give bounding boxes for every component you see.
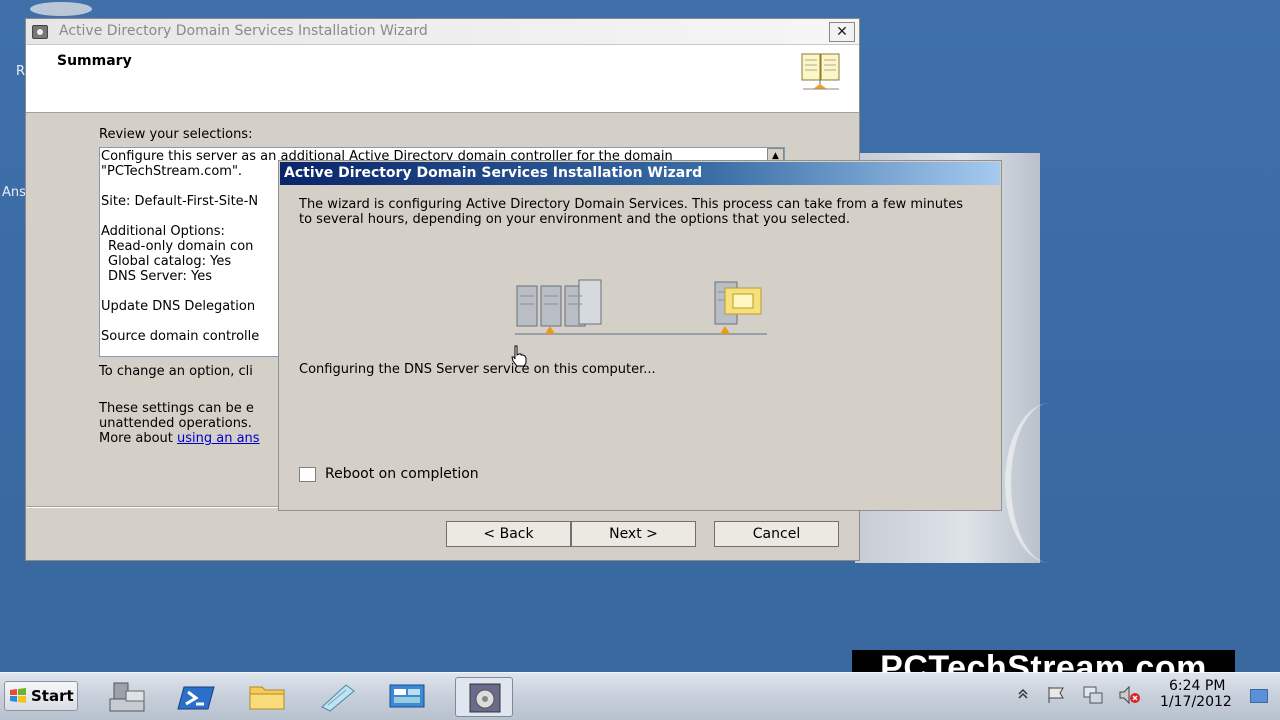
wizard-titlebar[interactable]: Active Directory Domain Services Install… bbox=[26, 19, 859, 45]
progress-title: Active Directory Domain Services Install… bbox=[284, 165, 703, 181]
network-icon[interactable] bbox=[1082, 685, 1104, 705]
chevron-up-icon[interactable] bbox=[1016, 687, 1030, 701]
windows-flag-icon bbox=[10, 688, 26, 703]
desktop-icon-label[interactable]: R bbox=[16, 64, 25, 79]
powershell-icon bbox=[177, 686, 215, 710]
ad-wizard-icon bbox=[469, 683, 501, 713]
next-button[interactable]: Next > bbox=[571, 521, 696, 547]
show-desktop-button[interactable] bbox=[1250, 689, 1268, 703]
taskbar-server-manager[interactable] bbox=[98, 677, 156, 717]
cancel-button[interactable]: Cancel bbox=[714, 521, 839, 547]
review-line: Site: Default-First-Site-N bbox=[101, 194, 259, 209]
folder-icon bbox=[249, 686, 285, 710]
review-line: DNS Server: Yes bbox=[108, 269, 213, 284]
back-button[interactable]: < Back bbox=[446, 521, 571, 547]
settings-note-line: These settings can be e bbox=[99, 401, 254, 416]
server-manager-icon bbox=[109, 682, 145, 712]
desktop-icon-label[interactable]: Ans bbox=[2, 185, 26, 200]
review-line: Update DNS Delegation bbox=[101, 299, 256, 314]
taskbar-powershell[interactable] bbox=[168, 677, 226, 717]
review-line: "PCTechStream.com". bbox=[101, 164, 243, 179]
flag-icon[interactable] bbox=[1045, 685, 1067, 705]
notepad-icon bbox=[321, 684, 355, 712]
progress-description: The wizard is configuring Active Directo… bbox=[299, 197, 963, 227]
settings-note: These settings can be e unattended opera… bbox=[99, 401, 260, 446]
clock-time[interactable]: 6:24 PM bbox=[1169, 678, 1225, 694]
close-button[interactable]: ✕ bbox=[829, 22, 855, 42]
reboot-checkbox[interactable] bbox=[299, 467, 316, 482]
start-button[interactable]: Start bbox=[4, 681, 78, 711]
answer-file-link[interactable]: using an ans bbox=[177, 431, 260, 446]
network-tool-icon bbox=[389, 684, 425, 708]
start-label: Start bbox=[31, 687, 74, 705]
taskbar: Start bbox=[0, 672, 1280, 720]
wizard-app-icon bbox=[32, 25, 48, 39]
review-line: Source domain controlle bbox=[101, 329, 260, 344]
hand-cursor-icon bbox=[511, 345, 527, 367]
recycle-bin-icon[interactable] bbox=[30, 2, 92, 16]
page-title: Summary bbox=[57, 53, 132, 69]
reboot-checkbox-label[interactable]: Reboot on completion bbox=[325, 466, 479, 482]
progress-dialog: Active Directory Domain Services Install… bbox=[278, 160, 1002, 511]
wizard-title: Active Directory Domain Services Install… bbox=[59, 23, 428, 39]
taskbar-ad-wizard[interactable] bbox=[455, 677, 513, 717]
book-icon bbox=[801, 53, 840, 90]
progress-status: Configuring the DNS Server service on th… bbox=[299, 362, 656, 377]
volume-muted-icon[interactable] bbox=[1118, 685, 1142, 705]
wizard-header: Summary bbox=[26, 45, 859, 113]
review-line: Additional Options: bbox=[101, 224, 225, 239]
settings-note-line: unattended operations. bbox=[99, 416, 252, 431]
change-option-note: To change an option, cli bbox=[99, 364, 253, 379]
review-label: Review your selections: bbox=[99, 127, 253, 142]
clock-date[interactable]: 1/17/2012 bbox=[1160, 694, 1232, 710]
review-line: Global catalog: Yes bbox=[108, 254, 232, 269]
taskbar-network-tool[interactable] bbox=[378, 677, 436, 717]
review-line: Read-only domain con bbox=[108, 239, 254, 254]
settings-note-line: More about bbox=[99, 431, 177, 446]
server-replication-icon bbox=[515, 279, 767, 335]
taskbar-explorer[interactable] bbox=[238, 677, 296, 717]
progress-titlebar[interactable]: Active Directory Domain Services Install… bbox=[280, 162, 1000, 185]
taskbar-notepad[interactable] bbox=[308, 677, 366, 717]
